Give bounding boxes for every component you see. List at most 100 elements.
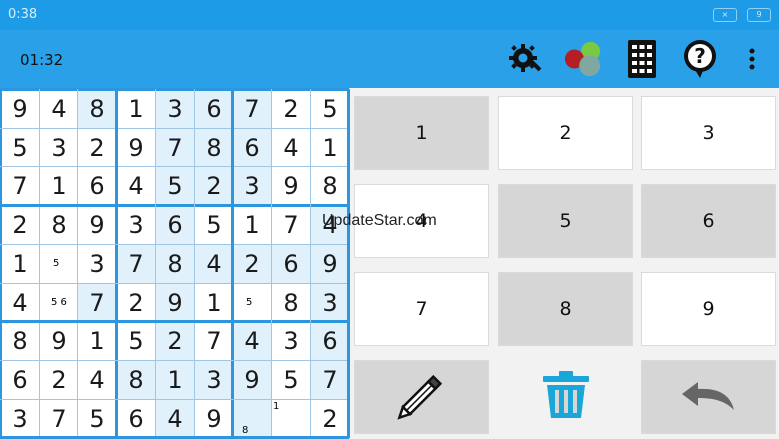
sudoku-cell[interactable]: 5 (156, 167, 194, 205)
sudoku-cell[interactable]: 3 (1, 400, 39, 438)
sudoku-cell[interactable]: 6 (311, 322, 349, 360)
grid-line (0, 204, 349, 207)
number-key-2[interactable]: 2 (498, 96, 633, 170)
sudoku-cell[interactable]: 6 (1, 361, 39, 399)
help-icon[interactable]: ? (680, 39, 720, 79)
sudoku-cell[interactable]: 6 (156, 206, 194, 244)
sudoku-cell[interactable]: 3 (311, 284, 349, 322)
keypad-icon[interactable] (622, 39, 662, 79)
more-icon[interactable] (732, 39, 772, 79)
number-key-9[interactable]: 9 (641, 272, 776, 346)
sudoku-cell[interactable]: 1 (233, 206, 271, 244)
sudoku-cell[interactable]: 5 (78, 400, 116, 438)
settings-icon[interactable] (505, 39, 545, 79)
sudoku-cell[interactable]: 9 (117, 129, 155, 167)
sudoku-cell[interactable]: 7 (117, 245, 155, 283)
sudoku-cell[interactable]: 2 (117, 284, 155, 322)
pencil-note: 5 6 (51, 297, 67, 308)
sudoku-cell[interactable]: 7 (311, 361, 349, 399)
sudoku-cell[interactable]: 2 (78, 129, 116, 167)
sudoku-cell[interactable]: 3 (117, 206, 155, 244)
grid-line (0, 89, 2, 438)
sudoku-cell[interactable]: 9 (233, 361, 271, 399)
sudoku-cell[interactable]: 6 (272, 245, 310, 283)
sudoku-cell[interactable]: 1 (117, 90, 155, 128)
sudoku-cell[interactable]: 4 (78, 361, 116, 399)
sudoku-cell[interactable]: 4 (117, 167, 155, 205)
pencil-button[interactable] (354, 360, 489, 434)
grid-line (115, 89, 118, 438)
sudoku-cell[interactable]: 6 (233, 129, 271, 167)
sudoku-cell[interactable]: 2 (156, 322, 194, 360)
number-key-3[interactable]: 3 (641, 96, 776, 170)
sudoku-cell[interactable]: 2 (195, 167, 233, 205)
sudoku-cell[interactable]: 7 (78, 284, 116, 322)
sudoku-cell[interactable]: 2 (272, 90, 310, 128)
sudoku-cell[interactable]: 6 (78, 167, 116, 205)
sudoku-cell[interactable]: 4 (233, 322, 271, 360)
number-key-7[interactable]: 7 (354, 272, 489, 346)
sudoku-cell[interactable]: 1 (1, 245, 39, 283)
sudoku-cell[interactable]: 8 (117, 361, 155, 399)
sudoku-cell[interactable]: 4 (40, 90, 78, 128)
sudoku-cell[interactable]: 7 (233, 90, 271, 128)
colors-icon[interactable] (563, 39, 603, 79)
sudoku-cell[interactable]: 7 (156, 129, 194, 167)
sudoku-cell[interactable]: 9 (40, 322, 78, 360)
sudoku-cell[interactable]: 9 (78, 206, 116, 244)
sudoku-cell[interactable]: 1 (311, 129, 349, 167)
number-key-5[interactable]: 5 (498, 184, 633, 258)
sudoku-cell[interactable]: 7 (1, 167, 39, 205)
sudoku-cell[interactable]: 6 (195, 90, 233, 128)
sudoku-cell[interactable]: 4 (272, 129, 310, 167)
sudoku-cell[interactable]: 2 (311, 400, 349, 438)
sudoku-cell[interactable]: 5 (1, 129, 39, 167)
sudoku-cell[interactable]: 5 (311, 90, 349, 128)
sudoku-cell[interactable]: 8 (272, 284, 310, 322)
sudoku-cell[interactable]: 3 (40, 129, 78, 167)
sudoku-cell[interactable]: 3 (233, 167, 271, 205)
sudoku-cell[interactable]: 8 (195, 129, 233, 167)
sudoku-cell[interactable]: 1 (40, 167, 78, 205)
sudoku-cell[interactable]: 3 (272, 322, 310, 360)
battery-icon: 9 (747, 8, 771, 22)
sudoku-cell[interactable]: 8 (78, 90, 116, 128)
status-icons: × 9 (713, 8, 771, 22)
sudoku-cell[interactable]: 7 (195, 322, 233, 360)
sudoku-cell[interactable]: 4 (156, 400, 194, 438)
sudoku-cell[interactable]: 7 (40, 400, 78, 438)
sudoku-cell[interactable]: 1 (78, 322, 116, 360)
sudoku-cell[interactable]: 9 (1, 90, 39, 128)
sudoku-cell[interactable]: 9 (311, 245, 349, 283)
grid-line (0, 166, 349, 167)
sudoku-cell[interactable]: 3 (156, 90, 194, 128)
sudoku-cell[interactable]: 5 (117, 322, 155, 360)
number-key-6[interactable]: 6 (641, 184, 776, 258)
sudoku-cell[interactable] (233, 400, 271, 438)
sudoku-cell[interactable]: 2 (233, 245, 271, 283)
grid-line (194, 89, 195, 438)
sudoku-cell[interactable]: 9 (195, 400, 233, 438)
sudoku-cell[interactable]: 5 (195, 206, 233, 244)
sudoku-cell[interactable]: 3 (195, 361, 233, 399)
sudoku-cell[interactable]: 9 (272, 167, 310, 205)
trash-button[interactable] (498, 360, 633, 434)
sudoku-cell[interactable]: 8 (156, 245, 194, 283)
sudoku-cell[interactable]: 4 (195, 245, 233, 283)
sudoku-cell[interactable]: 7 (272, 206, 310, 244)
sudoku-cell[interactable]: 2 (40, 361, 78, 399)
sudoku-cell[interactable]: 9 (156, 284, 194, 322)
sudoku-cell[interactable]: 8 (311, 167, 349, 205)
undo-button[interactable] (641, 360, 776, 434)
sudoku-cell[interactable]: 4 (1, 284, 39, 322)
sudoku-cell[interactable]: 2 (1, 206, 39, 244)
sudoku-cell[interactable]: 6 (117, 400, 155, 438)
sudoku-cell[interactable]: 8 (1, 322, 39, 360)
number-key-8[interactable]: 8 (498, 272, 633, 346)
sudoku-cell[interactable]: 1 (195, 284, 233, 322)
sudoku-cell[interactable]: 5 (272, 361, 310, 399)
number-key-1[interactable]: 1 (354, 96, 489, 170)
sudoku-cell[interactable]: 3 (78, 245, 116, 283)
sudoku-cell[interactable]: 1 (156, 361, 194, 399)
sudoku-cell[interactable]: 8 (40, 206, 78, 244)
